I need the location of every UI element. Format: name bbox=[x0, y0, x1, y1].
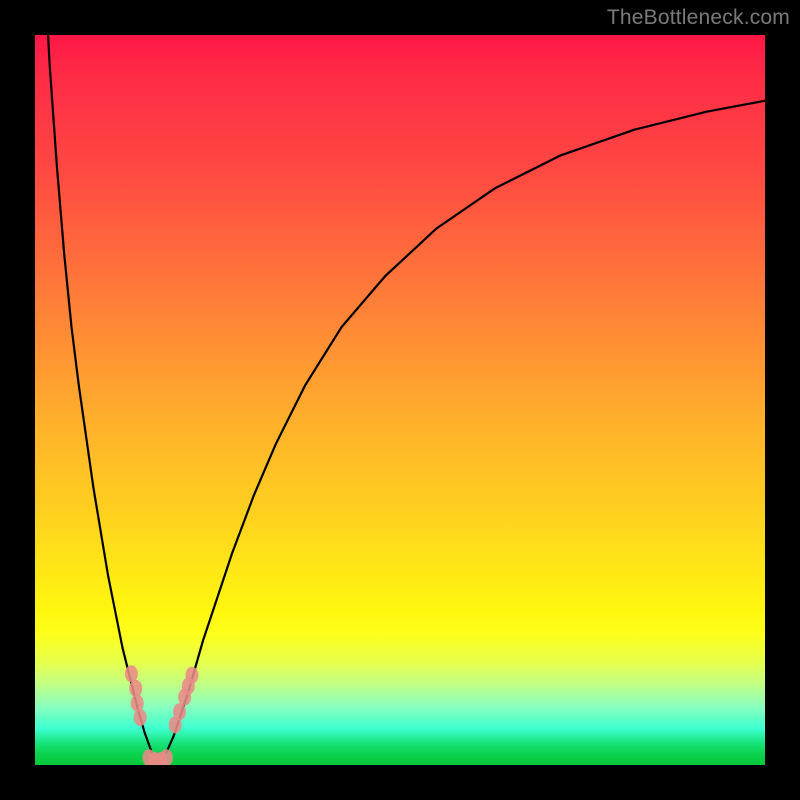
chart-container: TheBottleneck.com bbox=[0, 0, 800, 800]
highlight-marker bbox=[131, 694, 144, 711]
curve-left-branch bbox=[42, 35, 152, 753]
curve-right-branch bbox=[166, 101, 765, 753]
highlight-marker bbox=[173, 703, 186, 720]
highlight-markers-left bbox=[125, 665, 147, 726]
watermark-text: TheBottleneck.com bbox=[607, 6, 790, 30]
highlight-marker bbox=[125, 665, 138, 682]
chart-plot-area bbox=[35, 35, 765, 765]
highlight-marker bbox=[134, 709, 147, 726]
highlight-marker bbox=[185, 667, 198, 684]
highlight-markers-bottom bbox=[142, 749, 173, 765]
highlight-markers-right bbox=[169, 667, 199, 734]
highlight-marker bbox=[160, 749, 173, 765]
highlight-marker bbox=[129, 680, 142, 697]
